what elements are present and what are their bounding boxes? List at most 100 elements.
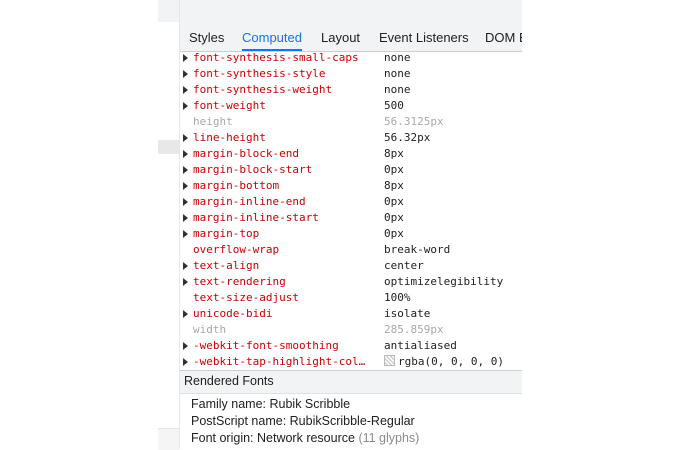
pane-toolbar: [180, 0, 522, 24]
property-name: -webkit-tap-highlight-col…: [193, 355, 366, 368]
color-swatch-icon[interactable]: [384, 355, 395, 366]
computed-property-row: width 285.859px: [180, 322, 522, 338]
property-value-text: 285.859px: [384, 323, 444, 336]
elements-footer-edge: [158, 428, 179, 450]
computed-property-row[interactable]: line-height 56.32px: [180, 130, 522, 146]
expand-triangle-icon[interactable]: [183, 214, 188, 222]
property-value-text: 56.3125px: [384, 115, 444, 128]
property-value: antialiased: [384, 338, 457, 354]
property-value-text: break-word: [384, 243, 451, 256]
expand-triangle-icon[interactable]: [183, 310, 188, 318]
computed-property-row[interactable]: margin-bottom 8px: [180, 178, 522, 194]
font-family-name: Family name: Rubik Scribble: [191, 397, 351, 411]
property-value-text: 8px: [384, 179, 404, 192]
computed-property-row[interactable]: margin-top 0px: [180, 226, 522, 242]
property-value-text: 0px: [384, 195, 404, 208]
property-value: center: [384, 258, 424, 274]
computed-property-row[interactable]: text-align center: [180, 258, 522, 274]
expand-triangle-icon[interactable]: [183, 134, 188, 142]
computed-property-row[interactable]: margin-block-start 0px: [180, 162, 522, 178]
property-value: 100%: [384, 290, 411, 306]
font-origin: Font origin: Network resource (11 glyphs…: [191, 431, 419, 445]
property-value: break-word: [384, 242, 450, 258]
expand-triangle-icon[interactable]: [183, 342, 188, 350]
property-value: 56.32px: [384, 130, 430, 146]
property-name: margin-block-start: [193, 163, 313, 176]
computed-property-row[interactable]: font-synthesis-small-caps none: [180, 50, 522, 66]
expand-triangle-icon[interactable]: [183, 230, 188, 238]
property-value-text: antialiased: [384, 339, 457, 352]
computed-property-row[interactable]: -webkit-font-smoothing antialiased: [180, 338, 522, 354]
elements-toolbar-edge: [158, 0, 179, 22]
expand-triangle-icon[interactable]: [183, 262, 188, 270]
property-name: text-size-adjust: [193, 291, 299, 304]
expand-triangle-icon[interactable]: [183, 54, 188, 62]
property-name: width: [193, 323, 227, 336]
computed-property-row[interactable]: margin-inline-start 0px: [180, 210, 522, 226]
expand-triangle-icon[interactable]: [183, 150, 188, 158]
rendered-fonts-title: Rendered Fonts: [184, 374, 274, 388]
sidebar-tab-bar: Styles Computed Layout Event Listeners D…: [180, 24, 522, 52]
property-value-text: 0px: [384, 227, 404, 240]
property-name: text-align: [193, 259, 260, 272]
computed-property-row[interactable]: font-weight 500: [180, 98, 522, 114]
property-name: -webkit-font-smoothing: [193, 339, 339, 352]
expand-triangle-icon[interactable]: [183, 102, 188, 110]
property-name: margin-inline-start: [193, 211, 319, 224]
expand-triangle-icon[interactable]: [183, 86, 188, 94]
computed-property-row: text-size-adjust 100%: [180, 290, 522, 306]
expand-triangle-icon[interactable]: [183, 198, 188, 206]
property-value: 0px: [384, 210, 404, 226]
property-value: 8px: [384, 178, 404, 194]
computed-property-row[interactable]: margin-block-end 8px: [180, 146, 522, 162]
computed-property-row[interactable]: font-synthesis-weight none: [180, 82, 522, 98]
tab-styles[interactable]: Styles: [189, 24, 224, 51]
expand-triangle-icon[interactable]: [183, 182, 188, 190]
property-name: text-rendering: [193, 275, 286, 288]
property-value: optimizelegibility: [384, 274, 503, 290]
property-name: font-synthesis-small-caps: [193, 51, 359, 64]
expand-triangle-icon[interactable]: [183, 70, 188, 78]
property-value: rgba(0, 0, 0, 0): [384, 354, 504, 370]
expand-triangle-icon[interactable]: [183, 278, 188, 286]
expand-triangle-icon[interactable]: [183, 358, 188, 366]
property-value: 0px: [384, 194, 404, 210]
property-value-text: 56.32px: [384, 131, 431, 144]
tab-computed[interactable]: Computed: [242, 24, 302, 51]
tab-dom-breakpoints[interactable]: DOM Breakpoints: [485, 24, 522, 51]
property-name: margin-bottom: [193, 179, 280, 192]
property-name: height: [193, 115, 233, 128]
property-value-text: none: [384, 67, 411, 80]
property-value-text: isolate: [384, 307, 431, 320]
property-value: 56.3125px: [384, 114, 444, 130]
property-name: line-height: [193, 131, 266, 144]
computed-property-row[interactable]: text-rendering optimizelegibility: [180, 274, 522, 290]
computed-property-row[interactable]: unicode-bidi isolate: [180, 306, 522, 322]
property-name: font-synthesis-weight: [193, 83, 333, 96]
computed-styles-pane: Styles Computed Layout Event Listeners D…: [180, 0, 522, 449]
computed-property-list: font-synthesis-small-caps none font-synthe…: [180, 50, 522, 370]
property-value: 0px: [384, 162, 404, 178]
tab-layout[interactable]: Layout: [321, 24, 360, 51]
property-name: margin-inline-end: [193, 195, 306, 208]
property-value: 285.859px: [384, 322, 444, 338]
property-value: none: [384, 66, 411, 82]
property-value: 8px: [384, 146, 404, 162]
rendered-fonts-header: Rendered Fonts: [180, 370, 522, 394]
property-name: margin-top: [193, 227, 260, 240]
computed-property-row: overflow-wrap break-word: [180, 242, 522, 258]
computed-property-row[interactable]: margin-inline-end 0px: [180, 194, 522, 210]
property-value-text: 8px: [384, 147, 404, 160]
property-value-text: none: [384, 83, 411, 96]
property-value: isolate: [384, 306, 430, 322]
property-name: overflow-wrap: [193, 243, 280, 256]
property-value: none: [384, 82, 411, 98]
computed-property-row[interactable]: -webkit-tap-highlight-col… rgba(0, 0, 0, …: [180, 354, 522, 370]
property-value: 500: [384, 98, 404, 114]
property-value-text: 0px: [384, 211, 404, 224]
computed-property-row[interactable]: font-synthesis-style none: [180, 66, 522, 82]
expand-triangle-icon[interactable]: [183, 166, 188, 174]
property-value-text: 100%: [384, 291, 411, 304]
tab-event-listeners[interactable]: Event Listeners: [379, 24, 469, 51]
property-value-text: 500: [384, 99, 404, 112]
